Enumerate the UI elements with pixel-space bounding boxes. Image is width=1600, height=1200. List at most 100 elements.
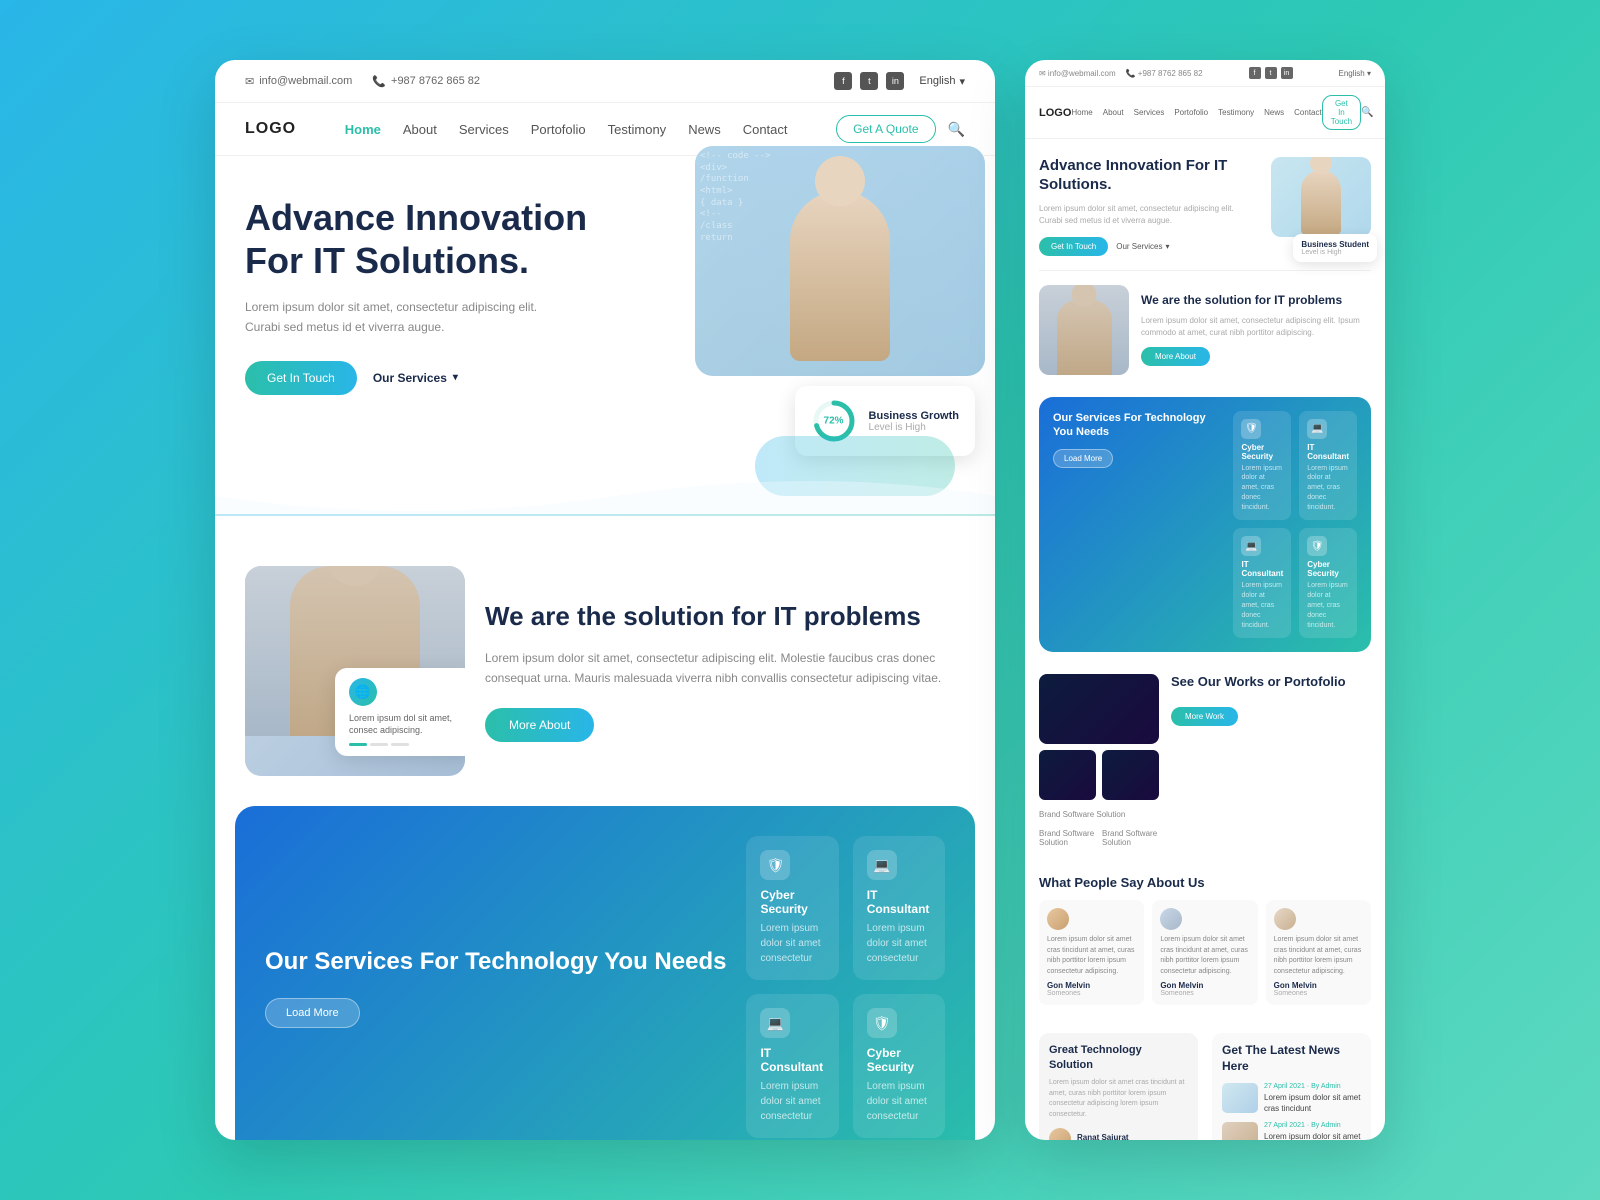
language-text: English bbox=[919, 75, 955, 87]
business-label: Business Growth bbox=[869, 410, 959, 422]
r-logo: LOGO bbox=[1039, 107, 1071, 119]
phone-text: +987 8762 865 82 bbox=[391, 75, 480, 87]
r-nav-testimony[interactable]: Testimony bbox=[1218, 108, 1254, 117]
services-grid: 🛡 Cyber Security Lorem ipsum dolor sit a… bbox=[746, 836, 945, 1138]
r-get-quote-button[interactable]: Get In Touch bbox=[1322, 95, 1361, 130]
email-icon: ✉ bbox=[245, 75, 254, 88]
r-language[interactable]: English ▾ bbox=[1339, 69, 1371, 78]
nav-item-home[interactable]: Home bbox=[345, 122, 381, 137]
r-testi-role-1: Someones bbox=[1047, 990, 1136, 997]
services-title-section: Our Services For Technology You Needs Lo… bbox=[265, 946, 726, 1027]
r-solution-text: We are the solution for IT problems Lore… bbox=[1141, 293, 1371, 366]
nav-item-news[interactable]: News bbox=[688, 122, 721, 137]
load-more-button[interactable]: Load More bbox=[265, 998, 360, 1028]
r-sol-person bbox=[1057, 300, 1112, 375]
curve-area bbox=[215, 476, 995, 516]
wave-svg bbox=[215, 476, 995, 516]
r-twitter-icon[interactable]: t bbox=[1265, 67, 1277, 79]
r-testi-text-3: Lorem ipsum dolor sit amet cras tincidun… bbox=[1274, 935, 1363, 977]
r-port-glow-3 bbox=[1102, 750, 1159, 800]
float-dots bbox=[349, 743, 461, 746]
r-more-about-button[interactable]: More About bbox=[1141, 347, 1210, 366]
r-more-work-button[interactable]: More Work bbox=[1171, 707, 1238, 726]
r-portfolio-images: Brand Software Solution Brand Software S… bbox=[1039, 674, 1159, 847]
r-our-services-button[interactable]: Our Services ▾ bbox=[1116, 242, 1169, 251]
r-svc-desc-1: Lorem ipsum dolor at amet, cras donec ti… bbox=[1241, 464, 1283, 513]
r-instagram-icon[interactable]: in bbox=[1281, 67, 1293, 79]
r-news-item-1: 27 April 2021 · By Admin Lorem ipsum dol… bbox=[1222, 1083, 1361, 1114]
r-service-card-3: 💻 IT Consultant Lorem ipsum dolor at ame… bbox=[1233, 528, 1291, 638]
service-name-4: Cyber Security bbox=[867, 1046, 931, 1074]
twitter-icon[interactable]: t bbox=[860, 72, 878, 90]
nav-right: Get A Quote 🔍 bbox=[836, 115, 965, 143]
nav-item-testimony[interactable]: Testimony bbox=[608, 122, 667, 137]
search-icon[interactable]: 🔍 bbox=[948, 121, 965, 138]
contact-info: ✉ info@webmail.com 📞 +987 8762 865 82 bbox=[245, 75, 480, 88]
r-business-card: Business Student Level is High bbox=[1293, 234, 1377, 262]
r-testimonials-title: What People Say About Us bbox=[1039, 875, 1371, 890]
service-card-1: 🛡 Cyber Security Lorem ipsum dolor sit a… bbox=[746, 836, 838, 980]
r-nav-about[interactable]: About bbox=[1103, 108, 1124, 117]
hero-image: <!-- code --><div>/function<html>{ data … bbox=[695, 146, 985, 376]
nav-item-services[interactable]: Services bbox=[459, 122, 509, 137]
r-svc-name-1: Cyber Security bbox=[1241, 443, 1283, 461]
nav-item-contact[interactable]: Contact bbox=[743, 122, 788, 137]
arrow-down-icon: ▾ bbox=[453, 372, 458, 383]
r-tech-desc: Lorem ipsum dolor sit amet cras tincidun… bbox=[1049, 1078, 1188, 1120]
r-search-icon[interactable]: 🔍 bbox=[1361, 107, 1373, 118]
r-facebook-icon[interactable]: f bbox=[1249, 67, 1261, 79]
r-testi-card-3: Lorem ipsum dolor sit amet cras tincidun… bbox=[1266, 900, 1371, 1005]
language-selector[interactable]: English ▾ bbox=[919, 75, 965, 88]
r-nav-news[interactable]: News bbox=[1264, 108, 1284, 117]
r-svc-desc-2: Lorem ipsum dolor at amet, cras donec ti… bbox=[1307, 464, 1349, 513]
nav-item-portfolio[interactable]: Portofolio bbox=[531, 122, 586, 137]
r-svc-desc-3: Lorem ipsum dolor at amet, cras donec ti… bbox=[1241, 581, 1283, 630]
get-quote-button[interactable]: Get A Quote bbox=[836, 115, 935, 143]
service-desc-2: Lorem ipsum dolor sit amet consectetur bbox=[867, 921, 931, 966]
r-nav-home[interactable]: Home bbox=[1071, 108, 1092, 117]
r-services-left: Our Services For Technology You Needs Lo… bbox=[1053, 411, 1223, 639]
r-news-headline-2: Lorem ipsum dolor sit amet cras tincidun… bbox=[1264, 1131, 1361, 1140]
r-nav-services[interactable]: Services bbox=[1134, 108, 1165, 117]
r-port-label-1: Brand Software Solution bbox=[1039, 810, 1159, 819]
r-navbar: LOGO Home About Services Portofolio Test… bbox=[1025, 87, 1385, 139]
service-name-3: IT Consultant bbox=[760, 1046, 824, 1074]
facebook-icon[interactable]: f bbox=[834, 72, 852, 90]
r-nav-links: Home About Services Portofolio Testimony… bbox=[1071, 108, 1321, 117]
service-desc-1: Lorem ipsum dolor sit amet consectetur bbox=[760, 921, 824, 966]
r-load-more-button[interactable]: Load More bbox=[1053, 449, 1113, 468]
our-services-label: Our Services bbox=[373, 371, 447, 385]
nav-item-about[interactable]: About bbox=[403, 122, 437, 137]
r-phone: 📞 +987 8762 865 82 bbox=[1126, 69, 1203, 78]
r-sol-desc: Lorem ipsum dolor sit amet, consectetur … bbox=[1141, 315, 1371, 339]
r-get-in-touch-button[interactable]: Get In Touch bbox=[1039, 237, 1108, 256]
hero-section: Advance Innovation For IT Solutions. Lor… bbox=[215, 156, 995, 476]
r-tech-avatar bbox=[1049, 1128, 1071, 1140]
r-news-date-1: 27 April 2021 · By Admin bbox=[1264, 1083, 1361, 1090]
r-nav-portfolio[interactable]: Portofolio bbox=[1174, 108, 1208, 117]
services-banner: Our Services For Technology You Needs Lo… bbox=[235, 806, 975, 1140]
r-nav-contact[interactable]: Contact bbox=[1294, 108, 1322, 117]
r-tech-title: Great Technology Solution bbox=[1049, 1043, 1188, 1072]
service-name-1: Cyber Security bbox=[760, 888, 824, 916]
solution-text: We are the solution for IT problems Lore… bbox=[485, 600, 965, 743]
r-contact-info: ✉ info@webmail.com 📞 +987 8762 865 82 bbox=[1039, 69, 1203, 78]
r-testi-name-3: Gon Melvin bbox=[1274, 981, 1363, 990]
more-about-button[interactable]: More About bbox=[485, 708, 594, 742]
shield-icon-1: 🛡 bbox=[760, 850, 790, 880]
logo: LOGO bbox=[245, 120, 296, 138]
person-head bbox=[328, 566, 383, 586]
r-port-label-2: Brand Software Solution bbox=[1039, 829, 1096, 847]
our-services-button[interactable]: Our Services ▾ bbox=[373, 371, 458, 385]
r-testi-role-3: Someones bbox=[1274, 990, 1363, 997]
r-testi-avatar-1 bbox=[1047, 908, 1069, 930]
instagram-icon[interactable]: in bbox=[886, 72, 904, 90]
get-in-touch-button[interactable]: Get In Touch bbox=[245, 361, 357, 395]
r-testimonials: What People Say About Us Lorem ipsum dol… bbox=[1025, 861, 1385, 1019]
r-hero-text: Advance Innovation For IT Solutions. Lor… bbox=[1039, 157, 1259, 256]
r-testimonials-row: Lorem ipsum dolor sit amet cras tincidun… bbox=[1039, 900, 1371, 1005]
chevron-down-icon: ▾ bbox=[959, 75, 965, 88]
hero-title: Advance Innovation For IT Solutions. bbox=[245, 196, 625, 282]
r-testi-name-1: Gon Melvin bbox=[1047, 981, 1136, 990]
phone-icon: 📞 bbox=[372, 75, 386, 88]
